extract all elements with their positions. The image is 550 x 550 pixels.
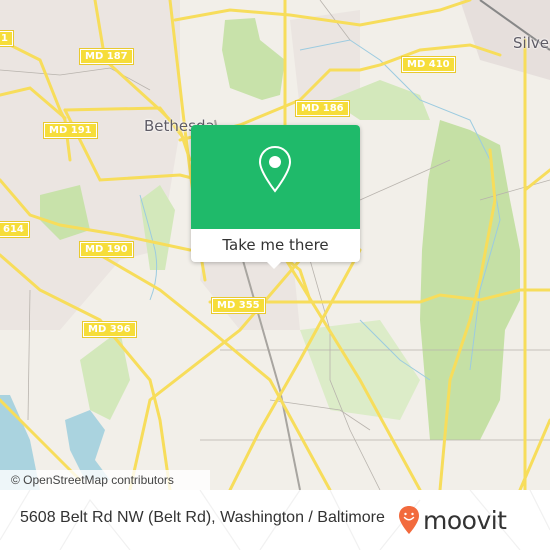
footer-bar: 5608 Belt Rd NW (Belt Rd), Washington / … [0, 490, 550, 550]
park-north [222, 18, 285, 100]
park-scattered [300, 320, 420, 420]
map-view[interactable]: Bethesda Silve MD 187 MD 191 MD 186 MD 4… [0, 0, 550, 490]
route-shield-md-355: MD 355 [211, 297, 266, 314]
route-shield-md-190: MD 190 [79, 241, 134, 258]
route-shield-md-614: 614 [0, 221, 30, 238]
city-label-silver-spring: Silve [513, 34, 549, 52]
road-east [523, 168, 550, 192]
moovit-logo[interactable]: moovit [398, 500, 507, 540]
map-pin-icon [258, 145, 292, 193]
location-popup: Take me there [191, 125, 360, 269]
route-shield-md-187: MD 187 [79, 48, 134, 65]
park-rock-creek [420, 120, 520, 440]
route-shield-md-186: MD 186 [295, 100, 350, 117]
route-shield-md-191: MD 191 [43, 122, 98, 139]
park-creek-west [140, 185, 175, 270]
osm-attribution[interactable]: © OpenStreetMap contributors [0, 470, 210, 490]
park-southwest [80, 330, 130, 420]
moovit-wordmark: moovit [423, 505, 507, 535]
route-shield-md-410: MD 410 [401, 56, 456, 73]
location-address: 5608 Belt Rd NW (Belt Rd), Washington / … [20, 509, 385, 526]
route-shield-md-396: MD 396 [82, 321, 137, 338]
take-me-there-button[interactable]: Take me there [191, 229, 360, 262]
popup-header[interactable] [191, 125, 360, 229]
route-shield-edge: 1 [0, 30, 14, 47]
moovit-smile-pin-icon [399, 506, 419, 534]
popup-pointer [266, 261, 282, 269]
